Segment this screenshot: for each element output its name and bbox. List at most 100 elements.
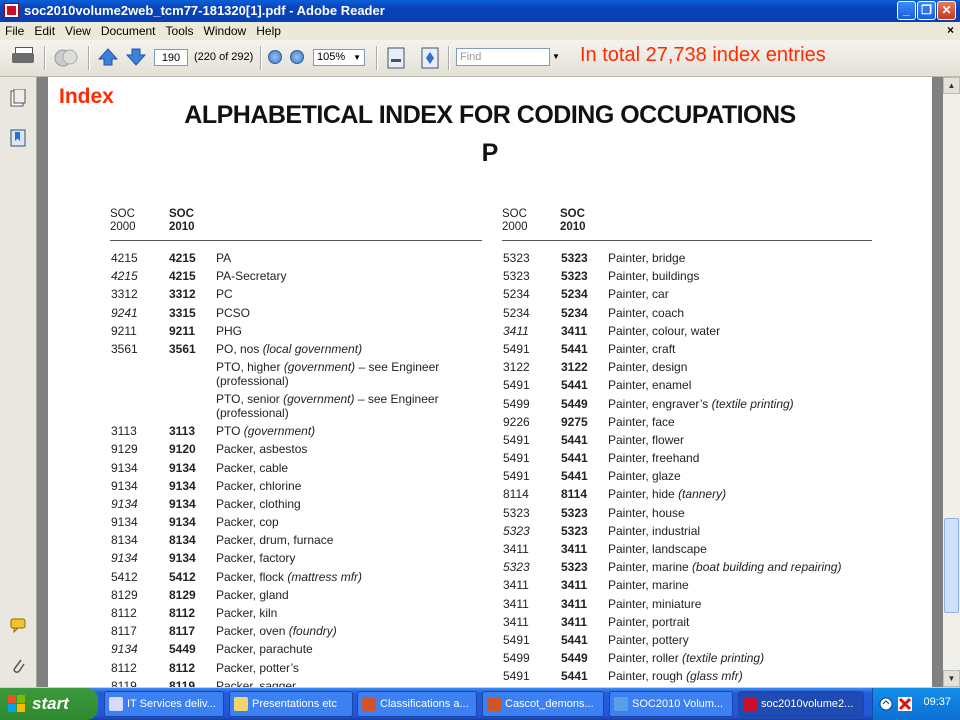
index-entry: 4215 4215 PA xyxy=(111,251,491,269)
page-count: (220 of 292) xyxy=(194,51,254,63)
soc2010-code: 8112 xyxy=(169,606,196,620)
index-entry: 8112 8112 Packer, potter’s xyxy=(111,661,491,679)
task-label: IT Services deliv... xyxy=(127,698,216,710)
minimize-button[interactable]: _ xyxy=(897,1,916,20)
index-entry: 3411 3411 Painter, portrait xyxy=(503,615,923,633)
menu-view[interactable]: View xyxy=(60,22,96,38)
fit-width-icon[interactable] xyxy=(386,47,406,69)
page-number-input[interactable]: 190 xyxy=(154,49,188,66)
index-entry: 8134 8134 Packer, drum, furnace xyxy=(111,533,491,551)
occupation-title: Packer, factory xyxy=(216,551,295,565)
occupation-name: Painter, pottery xyxy=(608,632,689,647)
occupation-qualifier: (foundry) xyxy=(288,624,337,639)
index-entry: 9134 5449 Packer, parachute xyxy=(111,642,491,660)
menu-window[interactable]: Window xyxy=(199,22,252,38)
network-icon[interactable] xyxy=(879,697,893,711)
taskbar-button[interactable]: SOC2010 Volum... xyxy=(609,691,733,717)
occupation-name: Painter, portrait xyxy=(608,614,690,629)
print-icon[interactable] xyxy=(12,47,36,67)
collaborate-icon[interactable] xyxy=(54,47,80,69)
soc2000-code: 5323 xyxy=(503,505,530,520)
soc2000-code: 5499 xyxy=(503,651,530,666)
start-button[interactable]: start xyxy=(0,688,98,720)
task-app-icon xyxy=(487,697,501,711)
soc2010-code: 3411 xyxy=(561,614,588,629)
taskbar-button[interactable]: soc2010volume2... xyxy=(738,691,864,717)
soc2010-code: 5234 xyxy=(561,287,588,302)
maximize-button[interactable]: ❐ xyxy=(917,1,936,20)
task-label: SOC2010 Volum... xyxy=(632,698,724,710)
occupation-qualifier: (local government) xyxy=(262,341,363,356)
pages-icon[interactable] xyxy=(10,88,26,107)
occupation-title: Packer, oven (foundry) xyxy=(216,624,337,638)
comments-icon[interactable] xyxy=(10,617,26,635)
menu-tools[interactable]: Tools xyxy=(161,22,199,38)
security-alert-icon[interactable] xyxy=(897,696,913,712)
occupation-name: PTO, senior xyxy=(216,392,284,407)
soc2000-code: 3411 xyxy=(503,578,529,593)
occupation-name: Painter, design xyxy=(608,360,688,375)
index-entry: 5234 5234 Painter, car xyxy=(503,287,923,305)
occupation-name: Painter, miniature xyxy=(608,596,702,611)
close-button[interactable]: ✕ xyxy=(937,1,956,20)
find-input[interactable]: Find xyxy=(456,48,550,66)
attachments-icon[interactable] xyxy=(10,657,26,675)
document-close-button[interactable]: × xyxy=(947,23,954,37)
index-entry: 5323 5323 Painter, industrial xyxy=(503,524,923,542)
previous-page-icon[interactable] xyxy=(97,47,119,67)
occupation-qualifier: (mattress mfr) xyxy=(287,569,363,584)
zoom-in-icon[interactable] xyxy=(290,50,304,64)
soc2000-code: 9226 xyxy=(503,414,530,429)
occupation-title: Painter, buildings xyxy=(608,269,699,283)
menu-file[interactable]: File xyxy=(0,22,29,38)
taskbar-button[interactable]: Cascot_demons... xyxy=(482,691,604,717)
occupation-title: Packer, potter’s xyxy=(216,661,299,675)
vertical-scrollbar[interactable]: ▲ ▼ xyxy=(943,77,960,687)
zoom-select[interactable]: 105% ▼ xyxy=(313,49,365,66)
occupation-name: PCSO xyxy=(216,305,251,320)
soc2010-code: 9134 xyxy=(169,551,196,566)
soc2010-code: 3315 xyxy=(169,305,196,320)
occupation-name: Packer, drum, furnace xyxy=(216,533,334,548)
occupation-title: PA-Secretary xyxy=(216,269,286,283)
soc2000-code: 5234 xyxy=(503,305,530,320)
scroll-up-icon[interactable]: ▲ xyxy=(943,77,960,94)
menu-document[interactable]: Document xyxy=(96,22,161,38)
occupation-title: PO, nos (local government) xyxy=(216,342,362,356)
taskbar-button[interactable]: IT Services deliv... xyxy=(104,691,224,717)
index-entry: 9241 3315 PCSO xyxy=(111,306,491,324)
occupation-name: Painter, hide xyxy=(608,487,679,502)
find-options-chevron-icon[interactable]: ▼ xyxy=(552,52,560,61)
zoom-out-icon[interactable] xyxy=(268,50,282,64)
scroll-down-icon[interactable]: ▼ xyxy=(943,670,960,687)
menu-help[interactable]: Help xyxy=(251,22,286,38)
occupation-title: Packer, chlorine xyxy=(216,479,301,493)
index-entry: 5499 5449 Painter, roller (textile printin… xyxy=(503,651,923,669)
soc2000-code: 5323 xyxy=(503,560,530,575)
scrollbar-thumb[interactable] xyxy=(944,518,959,613)
task-app-icon xyxy=(109,697,123,711)
occupation-title: Painter, roller (textile printing) xyxy=(608,651,764,665)
occupation-title: Painter, car xyxy=(608,287,669,301)
menu-bar: File Edit View Document Tools Window Help × xyxy=(0,22,960,40)
soc2000-code: 8117 xyxy=(111,624,137,639)
soc2010-code: 5323 xyxy=(561,560,588,575)
next-page-icon[interactable] xyxy=(125,47,147,67)
taskbar-button[interactable]: Classifications a... xyxy=(357,691,477,717)
soc2010-code: 4215 xyxy=(169,269,196,284)
section-letter: P xyxy=(481,139,499,167)
menu-edit[interactable]: Edit xyxy=(29,22,60,38)
taskbar-button[interactable]: Presentations etc xyxy=(229,691,353,717)
toolbar-separator xyxy=(448,46,450,70)
fit-page-icon[interactable] xyxy=(420,47,440,69)
occupation-title: Painter, glaze xyxy=(608,469,681,483)
bookmarks-icon[interactable] xyxy=(10,129,26,147)
index-entry: 3411 3411 Painter, colour, water xyxy=(503,324,923,342)
index-entry: 5491 5441 Painter, pottery xyxy=(503,633,923,651)
occupation-title: Painter, marine xyxy=(608,578,689,592)
index-entry: 3312 3312 PC xyxy=(111,287,491,305)
occupation-name: Packer, cop xyxy=(216,515,279,530)
soc2010-code: 5323 xyxy=(561,251,588,265)
occupation-name: Painter, engraver’s xyxy=(608,396,712,411)
toolbar-separator xyxy=(88,46,90,70)
